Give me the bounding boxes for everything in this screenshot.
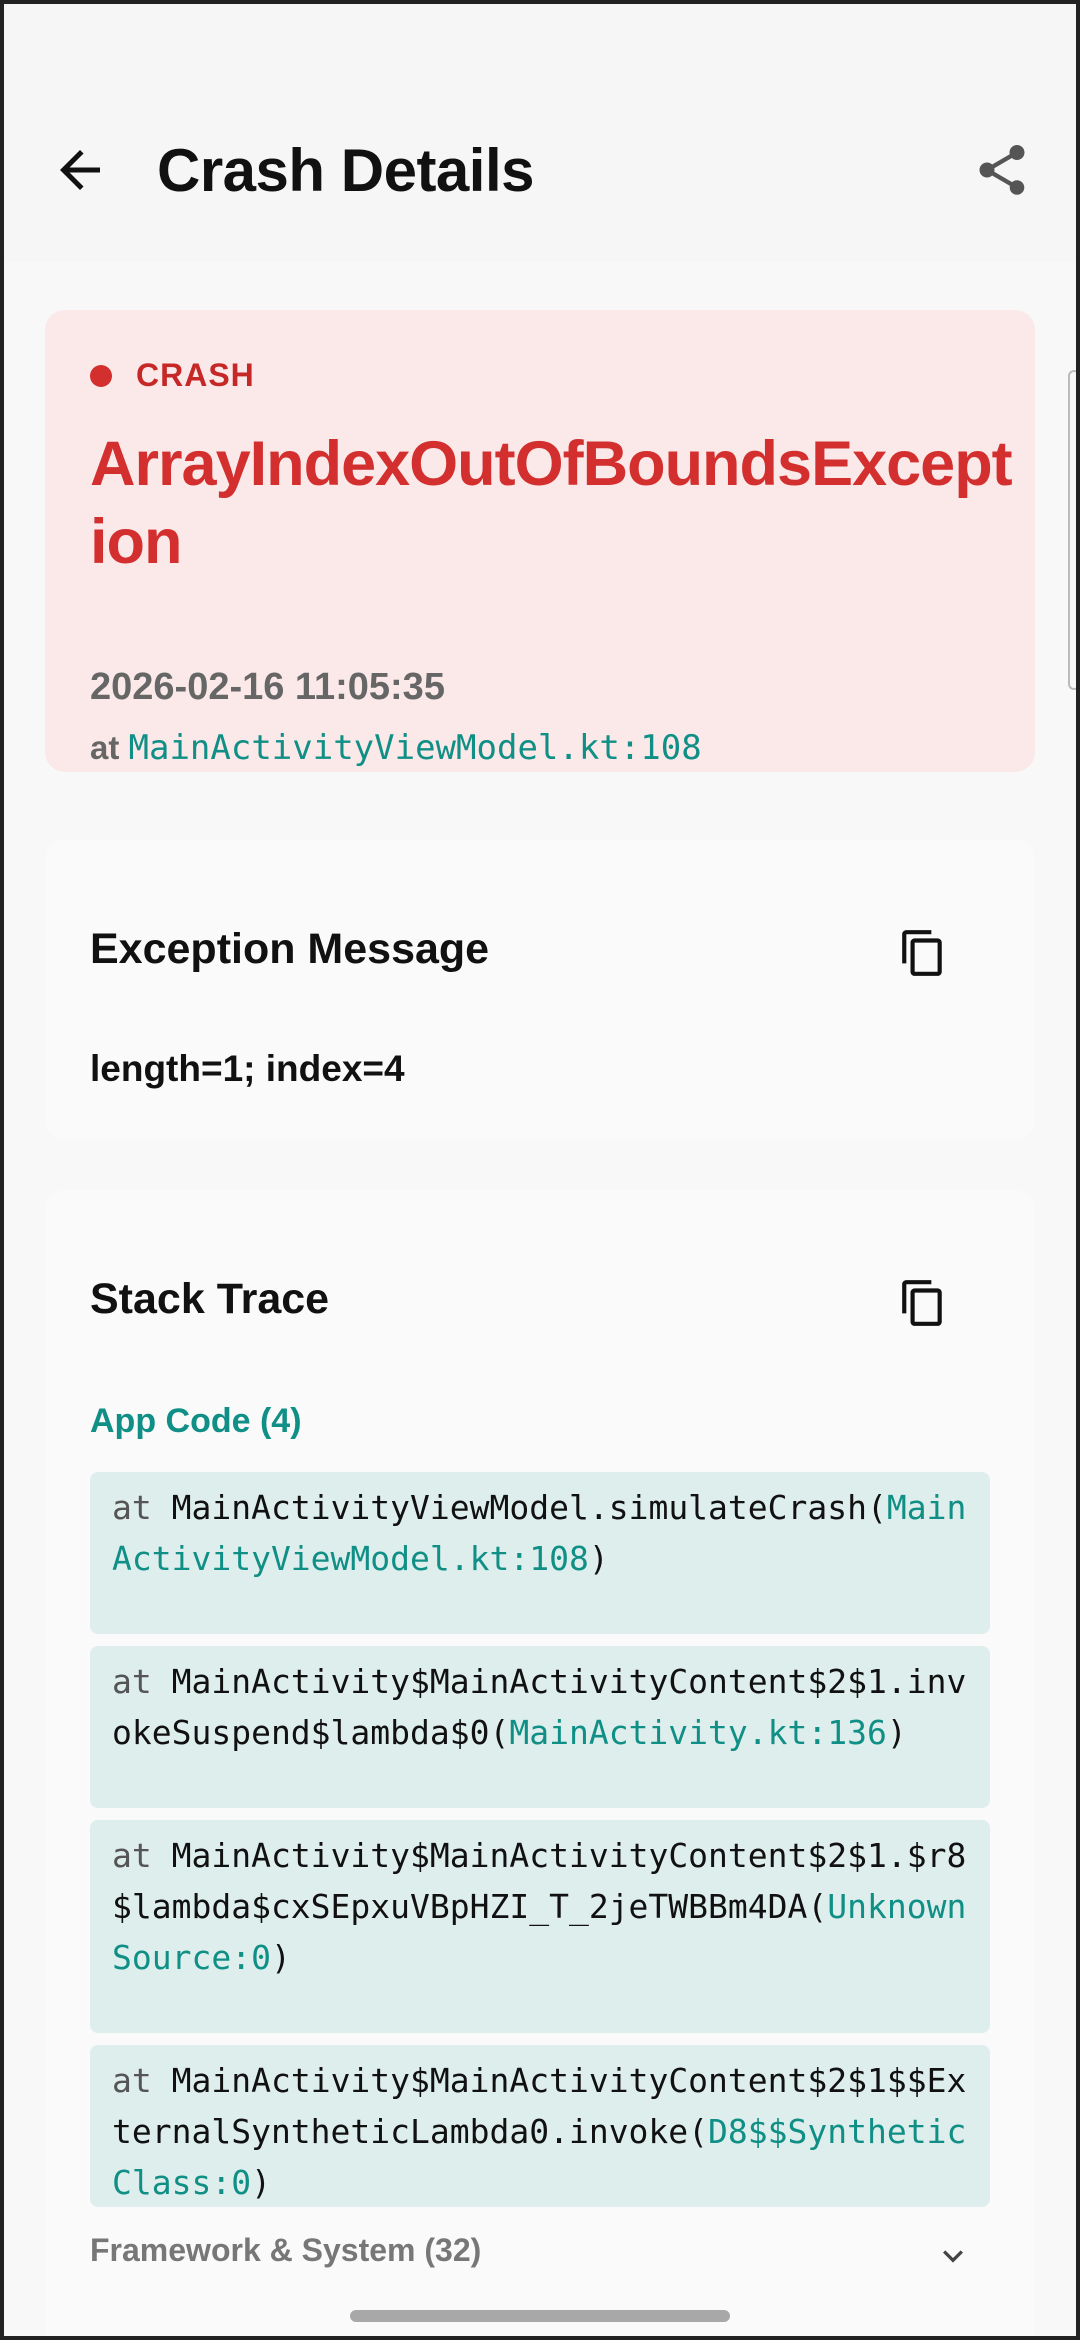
stack-frame[interactable]: at MainActivity$MainActivityContent$2$1$…: [90, 2045, 990, 2207]
stack-frame[interactable]: at MainActivity$MainActivityContent$2$1.…: [90, 1646, 990, 1808]
exception-name: ArrayIndexOutOfBoundsException: [90, 429, 1013, 577]
page-title: Crash Details: [157, 137, 535, 204]
section-title-stack: Stack Trace: [90, 1275, 330, 1323]
home-indicator[interactable]: [350, 2310, 730, 2322]
app-code-header[interactable]: App Code (4): [90, 1402, 302, 1441]
location-link[interactable]: MainActivityViewModel.kt:108: [129, 728, 702, 768]
copy-icon[interactable]: [898, 1278, 948, 1328]
crash-summary-card: CRASH ArrayIndexOutOfBoundsException 202…: [45, 310, 1035, 772]
exception-message-text: length=1; index=4: [90, 1048, 405, 1089]
crash-details-content[interactable]: CRASH ArrayIndexOutOfBoundsException 202…: [0, 262, 1080, 2340]
section-title-message: Exception Message: [90, 925, 490, 973]
crash-location: at MainActivityViewModel.kt:108: [90, 728, 702, 768]
arrow-left-icon[interactable]: [50, 140, 110, 200]
framework-system-header[interactable]: Framework & System (32): [90, 2232, 481, 2269]
status-dot: [90, 365, 112, 387]
app-bar: Crash Details: [0, 0, 1080, 262]
stack-frame[interactable]: at MainActivityViewModel.simulateCrash(M…: [90, 1472, 990, 1634]
exception-message-card: Exception Message length=1; index=4: [45, 840, 1035, 1140]
copy-icon[interactable]: [898, 928, 948, 978]
edge-scroll-handle[interactable]: [1068, 370, 1080, 690]
stack-trace-card: Stack Trace App Code (4) at MainActivity…: [45, 1190, 1035, 2340]
stack-frame[interactable]: at MainActivity$MainActivityContent$2$1.…: [90, 1820, 990, 2033]
share-icon[interactable]: [972, 140, 1032, 200]
crash-timestamp: 2026-02-16 11:05:35: [90, 666, 445, 708]
crash-badge: CRASH: [136, 357, 255, 393]
chevron-down-icon[interactable]: [933, 2236, 973, 2276]
at-prefix: at: [90, 729, 120, 766]
